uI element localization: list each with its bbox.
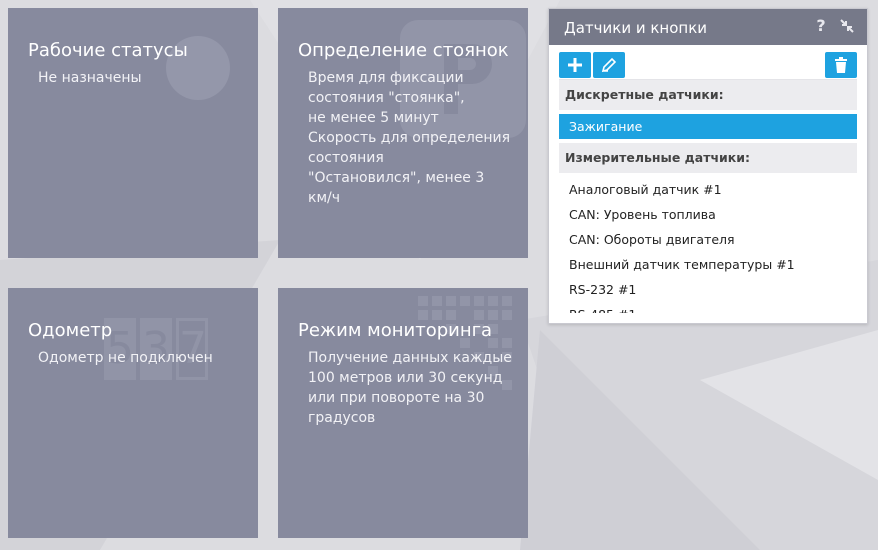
edit-button[interactable] <box>593 52 625 78</box>
list-item[interactable]: CAN: Уровень топлива <box>559 202 857 227</box>
help-button[interactable]: ? <box>811 16 831 36</box>
add-button[interactable] <box>559 52 591 78</box>
tile-working-statuses[interactable]: Рабочие статусы Не назначены <box>8 8 258 258</box>
panel-header: Датчики и кнопки ? <box>549 9 867 45</box>
tile-description: Не назначены <box>38 70 142 86</box>
list-item[interactable]: RS-232 #1 <box>559 277 857 302</box>
list-item[interactable]: RS-485 #1 <box>559 302 857 313</box>
tile-description: Время для фиксации состояния "стоянка", … <box>308 70 511 206</box>
pencil-icon <box>601 57 617 73</box>
plus-icon <box>568 58 582 72</box>
tile-title: Одометр <box>28 320 113 341</box>
sensors-list[interactable]: Дискретные датчики: Зажигание Измеритель… <box>559 79 857 313</box>
tile-description: Получение данных каждые 100 метров или 3… <box>308 350 512 426</box>
panel-toolbar <box>549 45 867 79</box>
panel-title: Датчики и кнопки <box>564 19 708 37</box>
group-discrete-sensors: Дискретные датчики: <box>559 80 857 110</box>
sensors-panel: Датчики и кнопки ? Дискретные датчики: З… <box>548 8 868 324</box>
tile-parking-detection[interactable]: Определение стоянок Время для фиксации с… <box>278 8 528 258</box>
group-measuring-sensors: Измерительные датчики: <box>559 143 857 173</box>
tile-monitoring-mode[interactable]: Режим мониторинга Получение данных кажды… <box>278 288 528 538</box>
delete-button[interactable] <box>825 52 857 78</box>
tile-odometer[interactable]: 5 3 7 Одометр Одометр не подключен <box>8 288 258 538</box>
trash-icon <box>835 57 847 73</box>
tile-description: Одометр не подключен <box>38 350 213 366</box>
tile-title: Рабочие статусы <box>28 40 188 61</box>
list-item[interactable]: Аналоговый датчик #1 <box>559 177 857 202</box>
tile-title: Режим мониторинга <box>298 320 493 341</box>
list-item[interactable]: Внешний датчик температуры #1 <box>559 252 857 277</box>
collapse-icon[interactable] <box>837 16 857 36</box>
list-item[interactable]: CAN: Обороты двигателя <box>559 227 857 252</box>
tile-title: Определение стоянок <box>298 40 509 61</box>
list-item-ignition[interactable]: Зажигание <box>559 114 857 139</box>
